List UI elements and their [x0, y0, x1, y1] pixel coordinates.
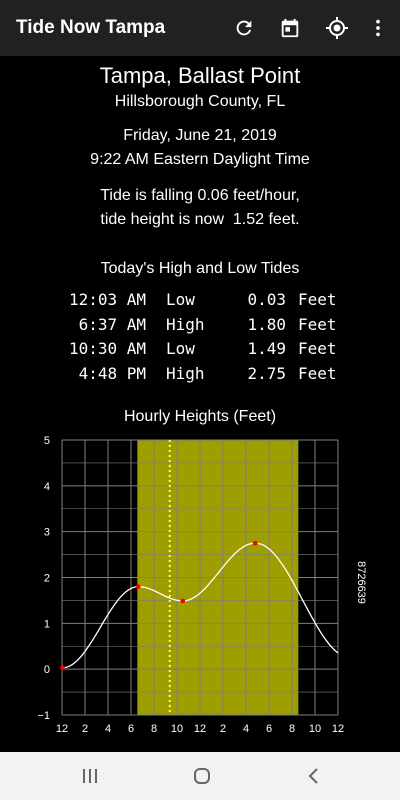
tide-unit: Feet — [298, 364, 337, 384]
recents-button[interactable] — [78, 764, 102, 788]
high-low-heading: Today's High and Low Tides — [100, 260, 300, 277]
x-tick-label: 8 — [289, 723, 295, 735]
station-county: Hillsborough County, FL — [114, 93, 286, 110]
x-tick-label: 2 — [82, 723, 88, 735]
y-tick-label: 1 — [44, 618, 50, 630]
gps-location-icon — [326, 17, 348, 39]
tide-height-value: 1.80 — [247, 314, 286, 334]
x-tick-label: 4 — [243, 723, 249, 735]
tide-chart-svg: 543210−1 12 2 4 6 8 10 12 2 4 6 8 10 12 8726639 — [37, 435, 367, 735]
tide-unit: Feet — [298, 314, 337, 334]
more-vert-icon — [376, 19, 380, 37]
overflow-menu-button[interactable] — [364, 14, 392, 42]
refresh-icon — [236, 20, 252, 36]
y-tick-label: 0 — [44, 664, 50, 676]
calendar-button[interactable] — [276, 14, 304, 42]
current-date: Friday, June 21, 2019 — [123, 127, 277, 144]
tide-time: 10:30 AM — [68, 339, 146, 359]
tide-time: 12:03 AM — [68, 290, 146, 309]
x-tick-label: 10 — [171, 723, 183, 735]
tide-unit: Feet — [298, 290, 337, 309]
location-button[interactable] — [323, 14, 351, 42]
tide-height-value: 1.49 — [247, 339, 286, 359]
home-button[interactable] — [190, 764, 214, 788]
tide-chart: 5 4 3 2 1 0 −1 12 2 4 6 8 10 12 2 4 6 8 10 12 8726639 — [0, 430, 400, 740]
table-row: 10:30 AM Low 1.49 Feet — [56, 337, 346, 362]
tide-type: High — [166, 314, 205, 334]
app-title: Tide Now Tampa — [16, 17, 166, 38]
x-tick-label: 12 — [332, 723, 344, 735]
tide-height-text: tide height is now 1.52 feet. — [100, 211, 300, 228]
y-tick-label: 4 — [44, 481, 50, 493]
tide-type: Low — [166, 290, 195, 309]
system-nav-bar — [0, 752, 400, 800]
x-tick-label: 6 — [128, 723, 134, 735]
x-tick-label: 2 — [220, 723, 226, 735]
table-row: 4:48 PM High 2.75 Feet — [56, 362, 346, 387]
app-screen: Tide Now Tampa Tampa, Ballast Point Hill… — [0, 0, 400, 800]
station-name: Tampa, Ballast Point — [99, 63, 301, 88]
x-tick-label: 12 — [56, 723, 68, 735]
current-time: 9:22 AM Eastern Daylight Time — [90, 151, 310, 168]
tide-height-value: 2.75 — [247, 364, 286, 384]
tide-time: 6:37 AM — [78, 314, 146, 334]
y-tick-label: 2 — [44, 573, 50, 585]
x-tick-label: 6 — [266, 723, 272, 735]
table-row: 12:03 AM Low 0.03 Feet — [56, 288, 346, 313]
tide-height-value: 0.03 — [247, 290, 286, 309]
back-icon — [308, 768, 318, 784]
tide-unit: Feet — [298, 339, 337, 359]
y-tick-label: −1 — [37, 710, 50, 722]
tide-rate-text: Tide is falling 0.06 feet/hour, — [100, 187, 300, 204]
station-id-label: 8726639 — [355, 561, 367, 604]
recents-icon — [83, 769, 97, 783]
x-tick-label: 8 — [151, 723, 157, 735]
x-tick-label: 4 — [105, 723, 111, 735]
back-button[interactable] — [302, 764, 326, 788]
tide-extreme-point — [252, 540, 258, 546]
chart-title: Hourly Heights (Feet) — [123, 408, 277, 425]
table-row: 6:37 AM High 1.80 Feet — [56, 313, 346, 338]
x-tick-label: 10 — [309, 723, 321, 735]
tide-extreme-point — [180, 598, 186, 604]
y-tick-label: 5 — [44, 435, 50, 447]
app-bar: Tide Now Tampa — [0, 0, 400, 56]
high-low-table: 12:03 AM Low 0.03 Feet 6:37 AM High 1.80… — [56, 288, 346, 387]
x-tick-label: 12 — [194, 723, 206, 735]
tide-type: High — [166, 364, 205, 384]
tide-extreme-point — [60, 665, 65, 671]
tide-time: 4:48 PM — [78, 364, 146, 384]
tide-extreme-point — [135, 584, 141, 590]
calendar-icon — [281, 18, 299, 38]
y-tick-label: 3 — [44, 527, 50, 539]
refresh-button[interactable] — [230, 14, 258, 42]
home-icon — [194, 768, 210, 784]
tide-type: Low — [166, 339, 195, 359]
